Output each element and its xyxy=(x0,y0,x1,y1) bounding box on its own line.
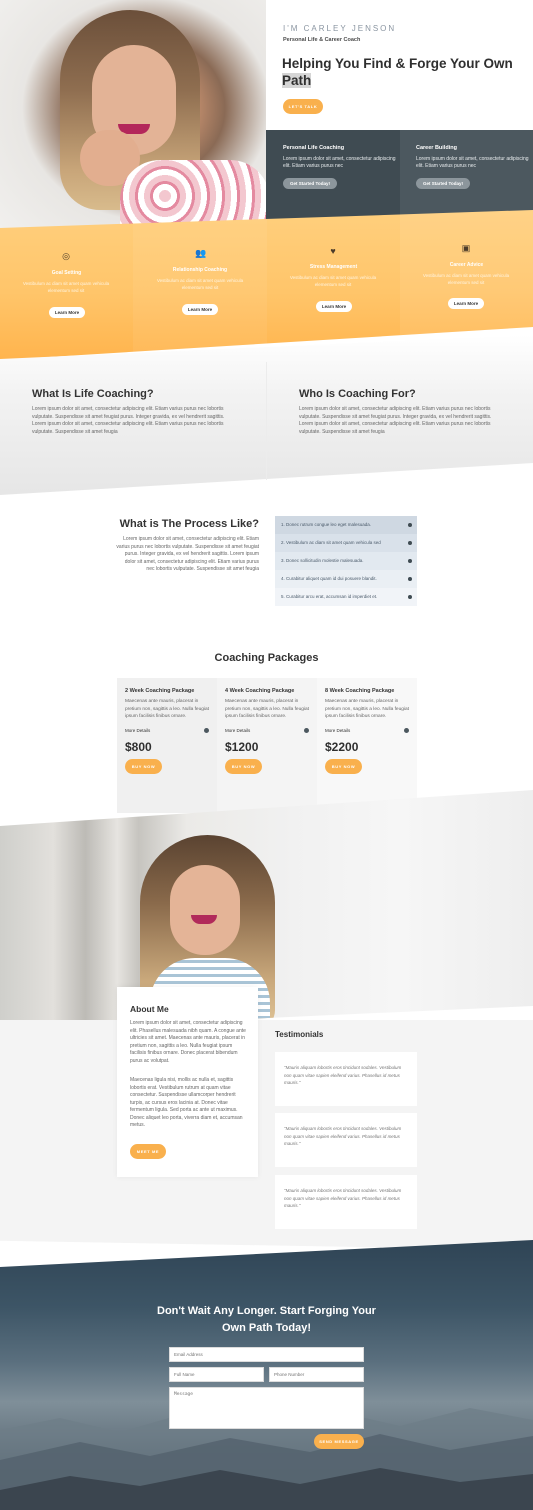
message-textarea[interactable] xyxy=(169,1387,364,1429)
target-icon: ◎ xyxy=(62,251,70,261)
service-title: Stress Management xyxy=(309,264,358,270)
package-card: 8 Week Coaching Package Maecenas ante mau… xyxy=(317,678,417,813)
package-card: 2 Week Coaching Package Maecenas ante mau… xyxy=(117,678,217,813)
who-coaching-text: Lorem ipsum dolor sit amet, consectetur … xyxy=(299,406,492,435)
expand-dot-icon[interactable] xyxy=(408,577,412,581)
hero-eyebrow: I'M CARLEY JENSON xyxy=(283,24,397,33)
package-title: 8 Week Coaching Package xyxy=(325,688,395,694)
learn-more-button[interactable]: Learn More xyxy=(448,298,484,309)
about-title: About Me xyxy=(130,1004,169,1014)
send-message-button[interactable]: SEND MESSAGE xyxy=(314,1434,364,1449)
process-step-label: 4. Curabitur aliquet quam id dui posuere… xyxy=(281,576,377,581)
process-step[interactable]: 4. Curabitur aliquet quam id dui posuere… xyxy=(275,570,417,588)
expand-dot-icon[interactable] xyxy=(304,728,309,733)
buy-now-button[interactable]: BUY NOW xyxy=(125,759,162,774)
service-text: Lorem ipsum dolor sit amet, consectetur … xyxy=(416,156,529,169)
meet-me-button[interactable]: MEET ME xyxy=(130,1144,166,1159)
hero-subtitle: Personal Life & Career Coach xyxy=(283,37,361,43)
get-started-button[interactable]: Get Started Today! xyxy=(416,178,470,189)
process-step[interactable]: 2. Vestibulum ac diam sit amet quam vehi… xyxy=(275,534,417,552)
life-coaching-text: Lorem ipsum dolor sit amet, consectetur … xyxy=(32,406,225,435)
service-title: Relationship Coaching xyxy=(172,267,228,273)
life-coaching-title: What Is Life Coaching? xyxy=(32,388,154,400)
column-divider xyxy=(266,362,267,480)
testimonial-card: "Mauris aliquam lobortis eros tincidunt … xyxy=(275,1113,417,1167)
who-coaching-title: Who Is Coaching For? xyxy=(299,388,416,400)
service-text: Vestibulum ac diam sit amet quam vehicul… xyxy=(156,278,244,290)
contact-title: Don't Wait Any Longer. Start Forging You… xyxy=(157,1305,376,1334)
hero-portrait-photo xyxy=(0,0,266,240)
contact-band xyxy=(0,1240,533,1510)
process-step[interactable]: 5. Curabitur arcu erat, accumsan id impe… xyxy=(275,588,417,606)
learn-more-button[interactable]: Learn More xyxy=(182,304,218,315)
email-input[interactable] xyxy=(169,1347,364,1362)
more-details-link[interactable]: More Details xyxy=(125,728,150,733)
more-details-link[interactable]: More Details xyxy=(325,728,350,733)
about-paragraph-1: Lorem ipsum dolor sit amet, consectetur … xyxy=(130,1020,246,1064)
learn-more-button[interactable]: Learn More xyxy=(49,307,85,318)
service-text: Lorem ipsum dolor sit amet, consectetur … xyxy=(283,156,396,169)
testimonial-card: "Mauris aliquam lobortis eros tincidunt … xyxy=(275,1052,417,1106)
service-text: Vestibulum ac diam sit amet quam vehicul… xyxy=(422,273,510,285)
process-title: What is The Process Like? xyxy=(119,518,259,530)
process-step-label: 3. Donec sollicitudin molestie malesuada… xyxy=(281,558,364,563)
learn-more-button[interactable]: Learn More xyxy=(316,301,352,312)
full-name-input[interactable] xyxy=(169,1367,264,1382)
process-step-label: 1. Donec rutrum congue leo eget malesuad… xyxy=(281,522,372,527)
testimonials-title: Testimonials xyxy=(275,1030,324,1039)
package-price: $2200 xyxy=(325,740,359,754)
service-title: Career Building xyxy=(416,145,457,151)
expand-dot-icon[interactable] xyxy=(408,541,412,545)
package-text: Maecenas ante mauris, placerat in pretiu… xyxy=(325,699,409,719)
services-band: ◎ Goal Setting Vestibulum ac diam sit am… xyxy=(0,210,533,360)
service-col-goal: ◎ Goal Setting Vestibulum ac diam sit am… xyxy=(0,210,133,360)
hero-title-highlight: Path xyxy=(282,73,312,88)
about-paragraph-2: Maecenas ligula nisi, mollis ac nulla et… xyxy=(130,1077,243,1128)
about-section-background xyxy=(0,1020,533,1250)
process-step[interactable]: 3. Donec sollicitudin molestie malesuada… xyxy=(275,552,417,570)
about-photo xyxy=(0,790,533,1030)
package-card: 4 Week Coaching Package Maecenas ante mau… xyxy=(217,678,317,813)
process-steps-list: 1. Donec rutrum congue leo eget malesuad… xyxy=(275,516,417,606)
phone-number-input[interactable] xyxy=(269,1367,364,1382)
process-text: Lorem ipsum dolor sit amet, consectetur … xyxy=(116,536,259,572)
service-title: Personal Life Coaching xyxy=(283,145,345,151)
more-details-link[interactable]: More Details xyxy=(225,728,250,733)
lets-talk-button[interactable]: LET'S TALK xyxy=(283,99,323,114)
buy-now-button[interactable]: BUY NOW xyxy=(225,759,262,774)
testimonial-quote: "Mauris aliquam lobortis eros tincidunt … xyxy=(284,1188,402,1208)
expand-dot-icon[interactable] xyxy=(404,728,409,733)
process-step[interactable]: 1. Donec rutrum congue leo eget malesuad… xyxy=(275,516,417,534)
expand-dot-icon[interactable] xyxy=(408,523,412,527)
package-text: Maecenas ante mauris, placerat in pretiu… xyxy=(225,699,309,719)
expand-dot-icon[interactable] xyxy=(408,595,412,599)
package-title: 2 Week Coaching Package xyxy=(125,688,195,694)
service-text: Vestibulum ac diam sit amet quam vehicul… xyxy=(22,281,110,293)
package-price: $1200 xyxy=(225,740,259,754)
expand-dot-icon[interactable] xyxy=(204,728,209,733)
packages-title: Coaching Packages xyxy=(214,652,319,664)
heart-icon: ♥ xyxy=(330,246,336,256)
briefcase-icon: ▣ xyxy=(461,243,471,253)
service-col-relationship: 👥 Relationship Coaching Vestibulum ac di… xyxy=(133,210,267,360)
testimonial-card: "Mauris aliquam lobortis eros tincidunt … xyxy=(275,1175,417,1229)
process-step-label: 5. Curabitur arcu erat, accumsan id impe… xyxy=(281,594,378,599)
service-text: Vestibulum ac diam sit amet quam vehicul… xyxy=(289,275,377,287)
hero-title-text: Helping You Find & Forge Your Own xyxy=(282,56,513,71)
process-step-label: 2. Vestibulum ac diam sit amet quam vehi… xyxy=(281,540,381,545)
get-started-button[interactable]: Get Started Today! xyxy=(283,178,337,189)
service-title: Career Advice xyxy=(449,262,484,268)
package-price: $800 xyxy=(125,740,152,754)
service-col-stress: ♥ Stress Management Vestibulum ac diam s… xyxy=(267,210,400,360)
service-title: Goal Setting xyxy=(51,270,82,276)
package-title: 4 Week Coaching Package xyxy=(225,688,295,694)
expand-dot-icon[interactable] xyxy=(408,559,412,563)
testimonial-quote: "Mauris aliquam lobortis eros tincidunt … xyxy=(284,1065,402,1085)
buy-now-button[interactable]: BUY NOW xyxy=(325,759,362,774)
hero-title: Helping You Find & Forge Your Own Path xyxy=(282,55,522,89)
testimonial-quote: "Mauris aliquam lobortis eros tincidunt … xyxy=(284,1126,402,1146)
package-text: Maecenas ante mauris, placerat in pretiu… xyxy=(125,699,209,719)
about-card: About Me Lorem ipsum dolor sit amet, con… xyxy=(117,987,258,1177)
users-icon: 👥 xyxy=(195,248,207,258)
